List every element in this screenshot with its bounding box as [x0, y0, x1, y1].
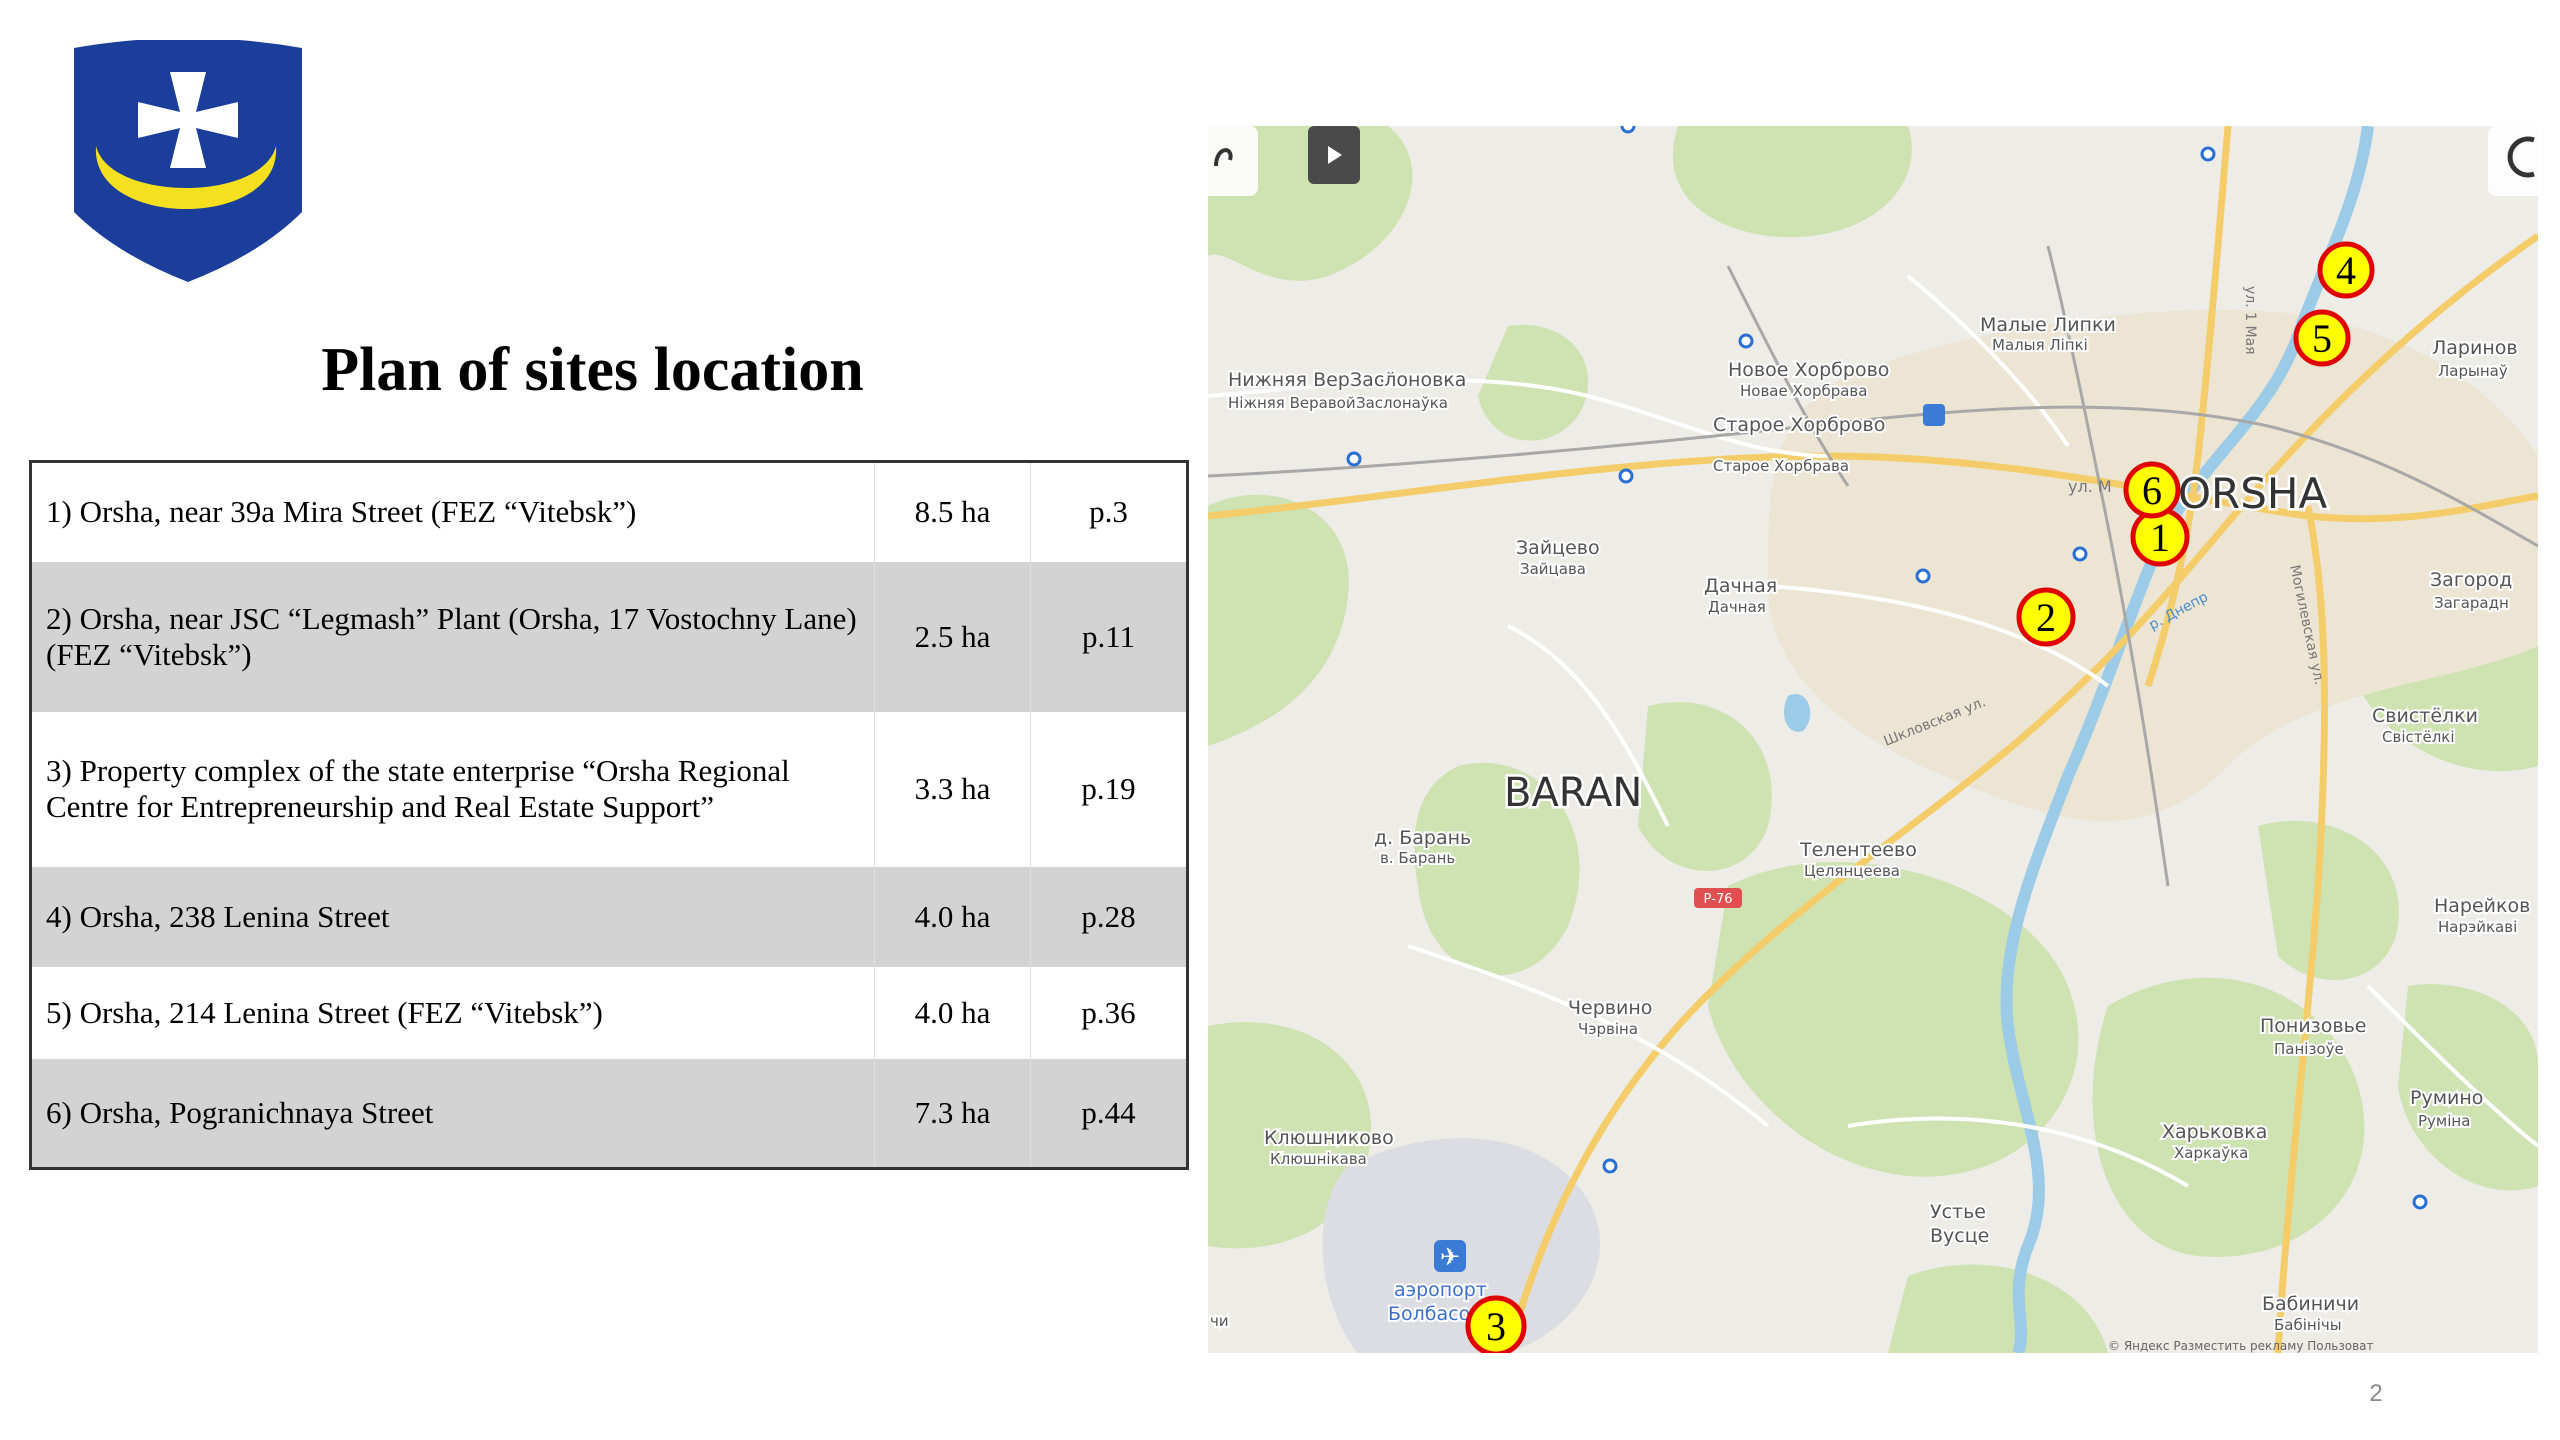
map-right-control[interactable]	[2488, 126, 2538, 196]
site-description: 5) Orsha, 214 Lenina Street (FEZ “Vitebs…	[46, 994, 603, 1030]
svg-text:4: 4	[2336, 248, 2356, 293]
sites-table: 1) Orsha, near 39a Mira Street (FEZ “Vit…	[29, 460, 1189, 1170]
place-label: Чэрвіна	[1578, 1020, 1638, 1038]
site-area: 3.3 ha	[874, 711, 1031, 867]
place-label: в. Барань	[1380, 849, 1455, 867]
svg-text:3: 3	[1486, 1304, 1506, 1349]
place-label: Румино	[2410, 1087, 2483, 1109]
place-label: чи	[1210, 1312, 1229, 1330]
place-label: Новое Хорброво	[1728, 359, 1889, 381]
site-area: 8.5 ha	[874, 461, 1031, 562]
place-label: Клюшниково	[1264, 1127, 1394, 1149]
site-area: 2.5 ha	[874, 561, 1031, 712]
place-label: д. Барань	[1374, 827, 1471, 849]
site-page: p.19	[1030, 711, 1188, 867]
map-attribution: © Яндекс Разместить рекламу Пользоват	[2108, 1339, 2374, 1353]
place-label: Харьковка	[2162, 1121, 2267, 1143]
site-description: 3) Property complex of the state enterpr…	[46, 753, 790, 824]
map-left-control[interactable]	[1208, 126, 1258, 196]
table-row: 6) Orsha, Pogranichnaya Street 7.3 ha p.…	[30, 1058, 1188, 1169]
place-label: Дачная	[1708, 598, 1766, 616]
place-label: Ларинов	[2432, 337, 2518, 359]
site-area: 4.0 ha	[874, 966, 1031, 1059]
place-label: Свістёлкі	[2382, 728, 2455, 746]
place-label: Новае Хорбрава	[1740, 382, 1867, 400]
place-label: Целянцеева	[1804, 862, 1900, 880]
city-label: ORSHA	[2178, 469, 2327, 518]
place-label: Понизовье	[2260, 1015, 2367, 1037]
site-area: 4.0 ha	[874, 866, 1031, 967]
district-label: BARAN	[1504, 770, 1642, 816]
airplane-glyph: ✈	[1440, 1243, 1460, 1271]
site-description: 1) Orsha, near 39a Mira Street (FEZ “Vit…	[46, 494, 637, 530]
place-label: Старое Хорброво	[1713, 414, 1885, 436]
place-label: Зайцево	[1516, 537, 1600, 559]
site-page: p.28	[1030, 866, 1188, 967]
place-label: Загарадн	[2434, 594, 2509, 612]
site-marker-2[interactable]: 2	[2016, 587, 2076, 647]
place-label: Вусце	[1930, 1225, 1989, 1247]
svg-text:2: 2	[2036, 595, 2056, 640]
site-description: 6) Orsha, Pogranichnaya Street	[46, 1094, 434, 1130]
play-button[interactable]	[1308, 126, 1360, 184]
bus-station-icon	[1923, 404, 1945, 426]
place-label: Клюшнікава	[1270, 1150, 1367, 1168]
table-row: 2) Orsha, near JSC “Legmash” Plant (Orsh…	[30, 561, 1188, 712]
place-label: Червино	[1568, 997, 1652, 1019]
site-page: p.44	[1030, 1058, 1188, 1169]
coat-of-arms-logo	[74, 40, 302, 282]
place-label: Заслонаўка	[1356, 394, 1448, 412]
site-description: 2) Orsha, near JSC “Legmash” Plant (Orsh…	[46, 600, 857, 672]
place-label: Загород	[2430, 569, 2512, 591]
place-label: Панізоўе	[2274, 1040, 2344, 1058]
place-label: Свистёлки	[2372, 705, 2478, 727]
table-row: 4) Orsha, 238 Lenina Street 4.0 ha p.28	[30, 866, 1188, 967]
site-page: p.3	[1030, 461, 1188, 562]
place-label: Зайцава	[1520, 560, 1586, 578]
site-page: p.36	[1030, 966, 1188, 1059]
road-number-label: Р-76	[1703, 892, 1732, 907]
place-label: Бабінічы	[2274, 1316, 2342, 1334]
site-marker-4[interactable]: 4	[2317, 241, 2375, 299]
place-label: Малые Липки	[1980, 314, 2116, 336]
page-title: Plan of sites location	[321, 336, 864, 404]
table-row: 5) Orsha, 214 Lenina Street (FEZ “Vitebs…	[30, 966, 1188, 1059]
place-label: Нарэйкаві	[2438, 918, 2517, 936]
place-label: Румiна	[2418, 1112, 2470, 1130]
site-marker-1[interactable]: 1	[2130, 507, 2190, 567]
street-label: ул. М	[2068, 477, 2112, 496]
svg-text:5: 5	[2312, 316, 2332, 361]
place-label: Телентеево	[1799, 839, 1917, 861]
place-label: Заслоновка	[1350, 369, 1466, 391]
place-label: Бабиничи	[2262, 1293, 2359, 1315]
svg-text:1: 1	[2150, 515, 2170, 560]
place-label: Нарейков	[2434, 895, 2530, 917]
table-row: 3) Property complex of the state enterpr…	[30, 711, 1188, 867]
place-label: Малыя Ліпкі	[1992, 336, 2088, 354]
table-row: 1) Orsha, near 39a Mira Street (FEZ “Vit…	[30, 461, 1188, 562]
place-label: Дачная	[1704, 575, 1777, 597]
street-label: ул. 1 Мая	[2242, 286, 2258, 355]
svg-text:6: 6	[2142, 468, 2162, 513]
site-description: 4) Orsha, 238 Lenina Street	[46, 898, 390, 934]
site-marker-6[interactable]: 6	[2123, 461, 2181, 519]
place-label: Харкаўка	[2174, 1144, 2248, 1162]
page-number: 2	[2369, 1380, 2383, 1407]
sites-map[interactable]: Нижняя Веравойша Ніжняя Веравойша Заслон…	[1208, 126, 2538, 1353]
place-label: аэропорт	[1394, 1279, 1487, 1301]
place-label: Ларынаў	[2438, 362, 2508, 380]
site-marker-5[interactable]: 5	[2293, 309, 2351, 367]
site-marker-3[interactable]: 3	[1465, 1295, 1527, 1353]
place-label: Устье	[1930, 1201, 1986, 1223]
place-label: Старое Хорбрава	[1713, 457, 1849, 475]
site-page: p.11	[1030, 561, 1188, 712]
site-area: 7.3 ha	[874, 1058, 1031, 1169]
